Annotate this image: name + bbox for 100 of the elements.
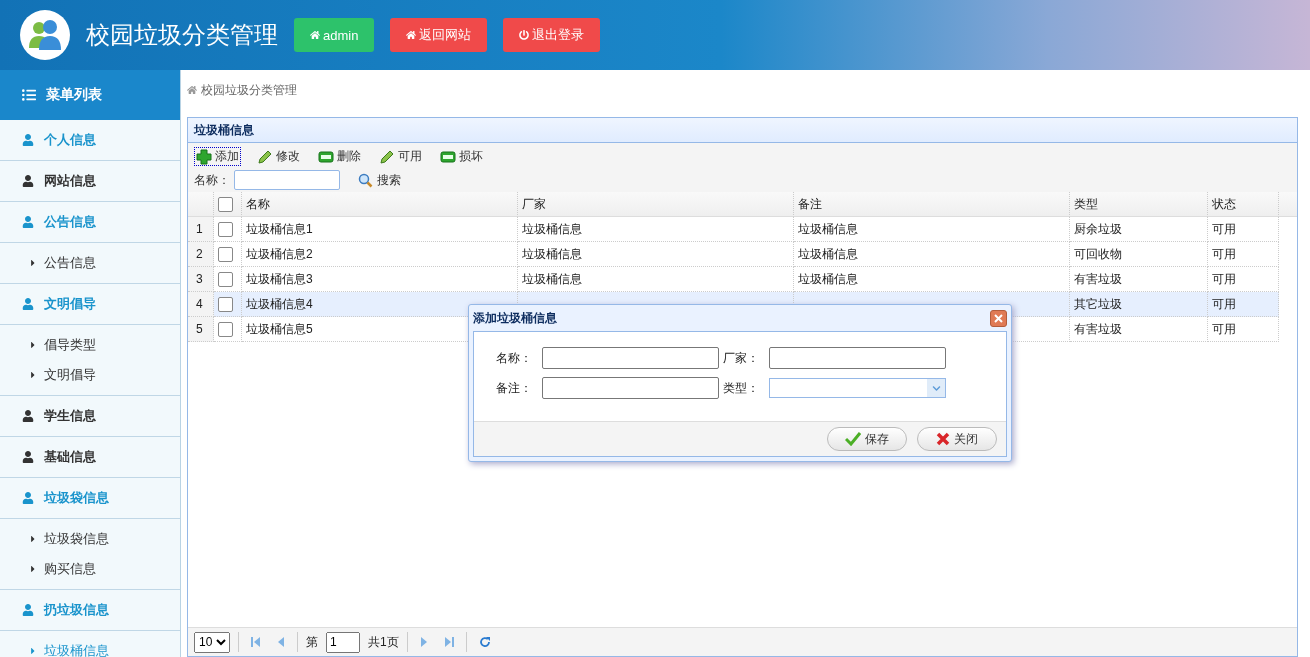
list-icon xyxy=(22,88,36,102)
row-number: 3 xyxy=(188,267,214,292)
table-cell: 有害垃圾 xyxy=(1070,317,1208,342)
column-header[interactable]: 类型 xyxy=(1070,192,1208,217)
menu-item[interactable]: 文明倡导 xyxy=(0,360,180,390)
table-cell: 垃圾桶信息 xyxy=(518,217,794,242)
menu-group[interactable]: 基础信息 xyxy=(0,437,180,478)
page-size-select[interactable]: 10 xyxy=(194,631,230,653)
page-prefix: 第 xyxy=(306,633,318,651)
save-button[interactable]: 保存 xyxy=(827,427,907,451)
user-icon xyxy=(22,175,34,187)
menu-group[interactable]: 网站信息 xyxy=(0,161,180,202)
pencil-icon xyxy=(379,148,395,165)
toolbar-button[interactable]: 删除 xyxy=(316,147,363,166)
table-cell: 可回收物 xyxy=(1070,242,1208,267)
users-logo-icon xyxy=(20,10,70,60)
minus-icon xyxy=(318,150,334,163)
user-icon xyxy=(22,604,34,616)
minus-icon xyxy=(440,150,456,163)
toolbar-button[interactable]: 损坏 xyxy=(438,147,485,166)
last-page-icon xyxy=(443,636,454,648)
table-cell: 其它垃圾 xyxy=(1070,292,1208,317)
user-icon xyxy=(22,216,34,228)
table-cell: 垃圾桶信息1 xyxy=(242,217,518,242)
back-to-site-button[interactable]: 返回网站 xyxy=(390,18,488,52)
power-icon xyxy=(519,30,530,40)
user-icon xyxy=(22,298,34,310)
input-field[interactable] xyxy=(769,347,946,369)
table-cell: 可用 xyxy=(1208,267,1279,292)
table-cell: 垃圾桶信息2 xyxy=(242,242,518,267)
close-dialog-button[interactable]: 关闭 xyxy=(917,427,997,451)
menu-group[interactable]: 学生信息 xyxy=(0,396,180,437)
menu-item[interactable]: 垃圾袋信息 xyxy=(0,524,180,554)
logout-button[interactable]: 退出登录 xyxy=(503,18,601,52)
table-cell: 厨余垃圾 xyxy=(1070,217,1208,242)
checkbox[interactable] xyxy=(218,271,233,287)
table-cell: 可用 xyxy=(1208,242,1279,267)
table-cell: 垃圾桶信息 xyxy=(794,217,1070,242)
row-number: 5 xyxy=(188,317,214,342)
table-cell: 垃圾桶信息 xyxy=(518,267,794,292)
user-icon xyxy=(22,451,34,463)
table-cell: 垃圾桶信息3 xyxy=(242,267,518,292)
column-header[interactable]: 名称 xyxy=(242,192,518,217)
page-number-field[interactable]: 1 xyxy=(326,631,360,653)
home-icon xyxy=(406,30,417,40)
menu-title-text: 菜单列表 xyxy=(46,86,102,104)
checkbox[interactable] xyxy=(218,246,233,262)
search-field[interactable] xyxy=(234,170,340,190)
menu-item[interactable]: 公告信息 xyxy=(0,248,180,278)
column-header[interactable]: 厂家 xyxy=(518,192,794,217)
table-cell: 可用 xyxy=(1208,292,1279,317)
check-icon xyxy=(845,432,861,446)
table-cell: 垃圾桶信息 xyxy=(518,242,794,267)
previous-icon xyxy=(277,636,285,648)
close-button[interactable] xyxy=(990,309,1007,327)
table-cell: 可用 xyxy=(1208,317,1279,342)
page-total: 共1页 xyxy=(368,633,399,651)
checkbox[interactable] xyxy=(218,221,233,237)
checkbox[interactable] xyxy=(218,296,233,312)
refresh-icon xyxy=(478,636,491,648)
user-icon xyxy=(22,492,34,504)
checkbox[interactable] xyxy=(218,321,233,337)
checkbox[interactable] xyxy=(218,196,233,212)
first-page-icon xyxy=(251,636,261,648)
column-header[interactable]: 状态 xyxy=(1208,192,1279,217)
user-icon xyxy=(22,134,34,146)
table-cell: 垃圾桶信息 xyxy=(794,242,1070,267)
column-header[interactable]: 备注 xyxy=(794,192,1070,217)
toolbar-button[interactable]: 添加 xyxy=(194,147,241,166)
menu-item[interactable]: 倡导类型 xyxy=(0,330,180,360)
row-number: 2 xyxy=(188,242,214,267)
header-cell xyxy=(1279,192,1297,217)
pencil-icon xyxy=(257,148,273,165)
field-label: 名称： xyxy=(495,349,533,367)
user-icon xyxy=(22,410,34,422)
row-number: 1 xyxy=(188,217,214,242)
field-label: 备注： xyxy=(495,379,533,397)
next-icon xyxy=(419,636,428,648)
menu-item[interactable]: 购买信息 xyxy=(0,554,180,584)
row-number: 4 xyxy=(188,292,214,317)
app-title: 校园垃圾分类管理 xyxy=(86,20,278,50)
search-button[interactable]: 搜索 xyxy=(352,170,407,190)
breadcrumb[interactable]: 校园垃圾分类管理 xyxy=(201,81,297,99)
field-label: 厂家： xyxy=(722,349,760,367)
table-cell: 有害垃圾 xyxy=(1070,267,1208,292)
field-label: 类型： xyxy=(722,379,760,397)
input-field[interactable] xyxy=(542,377,719,399)
home-icon xyxy=(187,85,197,95)
chevron-down-icon xyxy=(931,383,941,393)
close-icon xyxy=(994,313,1003,323)
toolbar-button[interactable]: 修改 xyxy=(255,147,302,166)
search-label: 名称： xyxy=(194,171,230,189)
plus-icon xyxy=(196,148,212,165)
type-select[interactable] xyxy=(769,378,946,398)
panel-title: 垃圾桶信息 xyxy=(188,118,1297,143)
input-field[interactable] xyxy=(542,347,719,369)
cross-icon xyxy=(936,432,950,446)
table-cell: 可用 xyxy=(1208,217,1279,242)
toolbar-button[interactable]: 可用 xyxy=(377,147,424,166)
home-icon xyxy=(310,30,320,40)
